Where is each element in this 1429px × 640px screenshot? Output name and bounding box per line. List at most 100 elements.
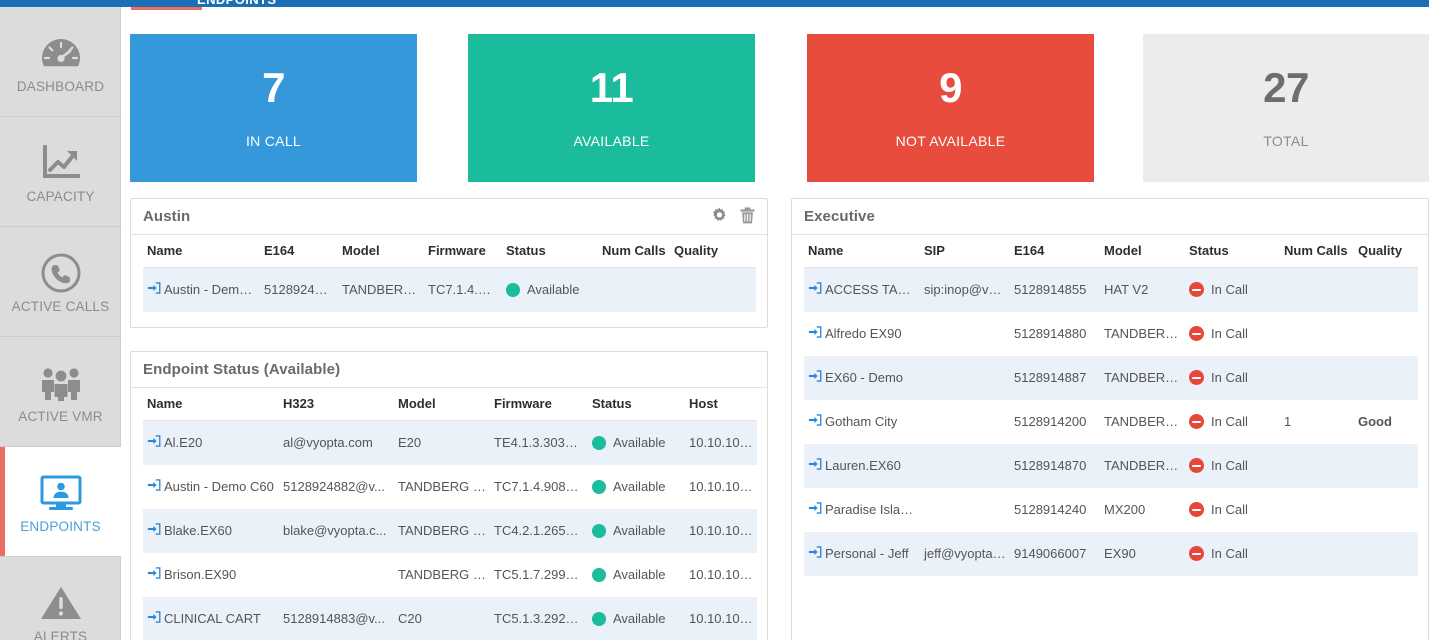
cell-status: In Call	[1185, 312, 1280, 356]
col-name[interactable]: Name	[143, 388, 279, 421]
sidebar-item-label: ACTIVE CALLS	[11, 298, 110, 314]
sidebar-item-alerts[interactable]: ALERTS	[0, 557, 121, 640]
sidebar-item-active-vmr[interactable]: ACTIVE VMR	[0, 337, 121, 447]
cell-firmware: TC7.1.4.908e...	[424, 267, 502, 312]
table-row[interactable]: Paradise Island (... 5128914240 MX200 In Ca…	[804, 488, 1418, 532]
endpoint-enter-icon[interactable]	[808, 545, 822, 562]
table-row[interactable]: CLINICAL CART 5128914883@v... C20 TC5.1.3.2…	[143, 596, 757, 640]
col-status[interactable]: Status	[502, 235, 598, 268]
kpi-tile-in-call[interactable]: 7 IN CALL	[130, 34, 417, 182]
col-model[interactable]: Model	[1100, 235, 1185, 268]
sidebar-item-dashboard[interactable]: DASHBOARD	[0, 7, 121, 117]
sidebar-item-endpoints[interactable]: ENDPOINTS	[0, 447, 121, 557]
cell-status: Available	[588, 553, 685, 597]
cell-host: 10.10.10.79	[685, 508, 757, 553]
sidebar-item-label: ALERTS	[33, 628, 88, 640]
kpi-label: NOT AVAILABLE	[895, 133, 1006, 149]
endpoint-name: Al.E20	[164, 435, 203, 451]
cell-name: Austin - Demo C60	[143, 465, 279, 509]
endpoint-enter-icon[interactable]	[808, 457, 822, 474]
endpoint-enter-icon[interactable]	[147, 522, 161, 539]
endpoint-enter-icon[interactable]	[808, 413, 822, 430]
endpoint-enter-icon[interactable]	[147, 434, 161, 451]
endpoint-enter-icon[interactable]	[808, 325, 822, 342]
table-row[interactable]: Alfredo EX90 5128914880 TANDBERG E... In Ca…	[804, 312, 1418, 356]
cell-e164: 5128914200	[1014, 414, 1087, 429]
sidebar-item-capacity[interactable]: CAPACITY	[0, 117, 121, 227]
endpoint-name: Gotham City	[825, 414, 898, 429]
col-quality[interactable]: Quality	[1354, 235, 1418, 268]
gear-icon[interactable]	[711, 207, 728, 224]
col-sip[interactable]: SIP	[920, 235, 1010, 268]
table-row[interactable]: Blake.EX60 blake@vyopta.c...TANDBERG EX60…	[143, 508, 757, 553]
table-header-row: Name SIP E164 Model Status Num Calls Qua…	[804, 235, 1418, 268]
endpoint-name: Lauren.EX60	[825, 458, 901, 473]
table-row[interactable]: Al.E20 al@vyopta.com E20 TE4.1.3.303423 Avai…	[143, 420, 757, 465]
kpi-tile-not-available[interactable]: 9 NOT AVAILABLE	[807, 34, 1094, 182]
col-quality[interactable]: Quality	[670, 235, 756, 268]
cell-model: E20	[394, 420, 490, 465]
col-name[interactable]: Name	[804, 235, 920, 268]
table-row[interactable]: Gotham City 5128914200 TANDBERG C... In Cal…	[804, 400, 1418, 444]
cell-name: Blake.EX60	[143, 508, 279, 553]
endpoint-enter-icon[interactable]	[808, 281, 822, 298]
cell-name: Brison.EX90	[143, 553, 279, 597]
table-row[interactable]: Personal - Jeff jeff@vyopta.c... 914906600…	[804, 531, 1418, 576]
col-e164[interactable]: E164	[1010, 235, 1100, 268]
kpi-tile-row: 7 IN CALL 11 AVAILABLE 9 NOT AVAILABLE 2…	[130, 34, 1429, 182]
cell-quality	[1354, 531, 1418, 576]
endpoint-enter-icon[interactable]	[147, 281, 161, 298]
table-row[interactable]: Brison.EX90 TANDBERG EX90 TC5.1.7.299667 Av…	[143, 553, 757, 597]
executive-table: Name SIP E164 Model Status Num Calls Qua…	[804, 235, 1418, 576]
col-h323[interactable]: H323	[279, 388, 394, 421]
col-name[interactable]: Name	[143, 235, 260, 268]
cell-host: 10.10.10.120	[685, 420, 757, 465]
kpi-tile-total[interactable]: 27 TOTAL	[1143, 34, 1429, 182]
table-row[interactable]: Austin - Demo C... 5128924882 TANDBERG C…	[143, 267, 756, 312]
endpoint-status-panel: Endpoint Status (Available) Name H323 Mo…	[130, 351, 768, 640]
cell-name: Paradise Island (...	[804, 488, 920, 532]
cell-quality	[1354, 267, 1418, 312]
col-e164[interactable]: E164	[260, 235, 338, 268]
cell-e164: 5128914240	[1014, 502, 1087, 517]
table-row[interactable]: Lauren.EX60 5128914870TANDBERG E... In Cal…	[804, 443, 1418, 488]
cell-status: In Call	[1185, 488, 1280, 532]
cell-h323	[279, 553, 394, 597]
col-status[interactable]: Status	[1185, 235, 1280, 268]
endpoint-name: Personal - Jeff	[825, 546, 909, 561]
endpoint-enter-icon[interactable]	[147, 610, 161, 627]
trash-icon[interactable]	[740, 207, 755, 224]
sidebar-item-label: CAPACITY	[26, 188, 95, 204]
col-model[interactable]: Model	[394, 388, 490, 421]
status-text: In Call	[1211, 458, 1248, 473]
top-nav-active-tab-label[interactable]: ENDPOINTS	[197, 0, 276, 7]
table-row[interactable]: Austin - Demo C60 5128924882@v... TANDBERG…	[143, 465, 757, 509]
endpoint-status-table: Name H323 Model Firmware Status Host Al.…	[143, 388, 757, 640]
kpi-tile-available[interactable]: 11 AVAILABLE	[468, 34, 755, 182]
cell-status: Available	[502, 267, 598, 312]
cell-h323: 5128924882@v...	[283, 479, 385, 494]
col-firmware[interactable]: Firmware	[424, 235, 502, 268]
endpoint-enter-icon[interactable]	[147, 566, 161, 583]
col-firmware[interactable]: Firmware	[490, 388, 588, 421]
cell-model: TANDBERG C...	[338, 267, 424, 312]
col-num-calls[interactable]: Num Calls	[1280, 235, 1354, 268]
status-text: Available	[613, 523, 666, 538]
col-status[interactable]: Status	[588, 388, 685, 421]
endpoint-enter-icon[interactable]	[147, 478, 161, 495]
endpoint-enter-icon[interactable]	[808, 501, 822, 518]
table-row[interactable]: EX60 - Demo 5128914887TANDBERG E... In Cal…	[804, 355, 1418, 400]
cell-model: MX200	[1104, 502, 1146, 517]
table-row[interactable]: ACCESS TABLET ...sip:inop@vyo...51289148…	[804, 267, 1418, 312]
cell-num-calls	[1280, 355, 1354, 400]
cell-firmware: TC5.1.7.299667	[494, 567, 588, 582]
col-model[interactable]: Model	[338, 235, 424, 268]
status-available-icon	[592, 523, 606, 538]
cell-firmware: TC5.1.3.292001	[490, 596, 588, 640]
cell-model: TANDBERG C...	[1104, 414, 1185, 429]
sidebar-item-active-calls[interactable]: ACTIVE CALLS	[0, 227, 121, 337]
cell-quality	[1354, 355, 1418, 400]
endpoint-enter-icon[interactable]	[808, 369, 822, 386]
col-host[interactable]: Host	[685, 388, 757, 421]
col-num-calls[interactable]: Num Calls	[598, 235, 670, 268]
